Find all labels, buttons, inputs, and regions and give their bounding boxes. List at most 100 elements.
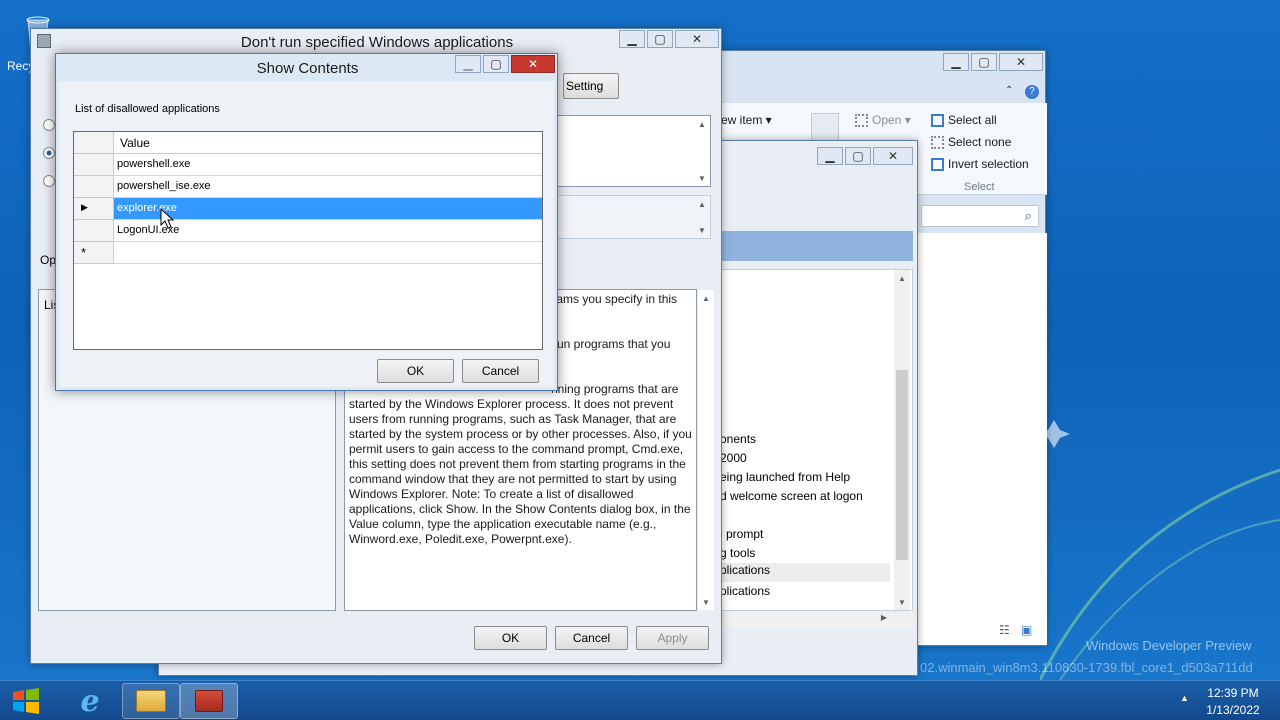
invert-selection-button[interactable]: Invert selection: [931, 157, 1029, 171]
clock-time[interactable]: 12:39 PM: [1200, 686, 1266, 700]
list-item[interactable]: g tools: [720, 546, 755, 560]
gp-list-scrollbar[interactable]: ▲ ▼: [894, 270, 910, 610]
value-cell-selected[interactable]: explorer.exe: [114, 198, 542, 220]
invert-selection-label: Invert selection: [948, 157, 1029, 171]
new-item-button[interactable]: ew item ▾: [721, 113, 772, 127]
apply-button[interactable]: Apply: [636, 626, 709, 650]
view-details-icon[interactable]: ☷: [999, 623, 1010, 637]
select-all-button[interactable]: Select all: [931, 113, 997, 127]
row-header[interactable]: *: [74, 242, 114, 264]
close-button[interactable]: ✕: [873, 147, 913, 165]
row-header[interactable]: ▶: [74, 198, 114, 220]
list-item[interactable]: plications: [720, 563, 890, 582]
radio-disabled[interactable]: [43, 175, 55, 187]
cancel-button[interactable]: Cancel: [555, 626, 628, 650]
scroll-down-icon[interactable]: ▼: [894, 594, 910, 610]
row-header[interactable]: [74, 154, 114, 176]
scroll-down-icon[interactable]: ▼: [698, 594, 714, 610]
search-box[interactable]: ⌕: [921, 205, 1039, 227]
ribbon-collapse-icon[interactable]: ⌃: [1005, 85, 1013, 96]
ok-button[interactable]: OK: [474, 626, 547, 650]
dialog-body: List of disallowed applications Value po…: [59, 81, 554, 387]
clock-date[interactable]: 1/13/2022: [1200, 703, 1266, 717]
help-scrollbar[interactable]: ▲ ▼: [698, 290, 714, 610]
taskbar-ie-button[interactable]: e: [61, 683, 119, 719]
start-orb-glyph: [13, 688, 39, 714]
list-item[interactable]: l prompt: [720, 527, 763, 541]
new-row-marker: *: [81, 245, 87, 260]
maximize-button[interactable]: ▢: [845, 147, 871, 165]
file-explorer-icon: [136, 690, 166, 712]
dialog-ok-label: OK: [406, 364, 425, 378]
comment-box[interactable]: ▲ ▼: [555, 115, 711, 187]
close-button[interactable]: ✕: [999, 53, 1043, 71]
maximize-button[interactable]: ▢: [971, 53, 997, 71]
dialog-ok-button[interactable]: OK: [377, 359, 454, 383]
gp-caption-buttons: ▁ ▢ ✕: [817, 147, 913, 165]
list-item[interactable]: eing launched from Help: [720, 470, 850, 484]
scroll-up-icon[interactable]: ▲: [698, 290, 714, 306]
maximize-button[interactable]: ▢: [483, 55, 509, 73]
apply-label: Apply: [657, 631, 688, 645]
close-button[interactable]: ✕: [511, 55, 555, 73]
taskbar-gpedit-button[interactable]: [180, 683, 238, 719]
list-item[interactable]: onents: [720, 432, 756, 446]
cancel-label: Cancel: [572, 631, 611, 645]
table-row[interactable]: ▶ explorer.exe: [74, 198, 542, 220]
table-row[interactable]: powershell_ise.exe: [74, 176, 542, 198]
close-button[interactable]: ✕: [675, 30, 719, 48]
view-thumbnails-icon[interactable]: ▣: [1021, 623, 1032, 637]
values-grid[interactable]: Value powershell.exe powershell_ise.exe …: [73, 131, 543, 350]
setting-button-label: Setting: [566, 79, 604, 93]
supported-scrollbar[interactable]: ▲ ▼: [694, 196, 710, 238]
minimize-button[interactable]: ▁: [619, 30, 645, 48]
setting-button[interactable]: Setting: [563, 73, 619, 99]
select-none-button[interactable]: Select none: [931, 135, 1011, 149]
gp-hscroll[interactable]: ▶: [719, 611, 913, 627]
show-hidden-icons-icon[interactable]: ▲: [1180, 693, 1189, 703]
help-line: applications, click Show. In the Show Co…: [349, 502, 691, 516]
value-cell[interactable]: powershell.exe: [114, 154, 542, 176]
scroll-up-icon[interactable]: ▲: [694, 116, 710, 132]
windows-logo-icon[interactable]: [10, 687, 42, 715]
help-line: Value column, type the application execu…: [349, 517, 657, 531]
table-row[interactable]: LogonUI.exe: [74, 220, 542, 242]
radio-not-configured[interactable]: [43, 119, 55, 131]
scroll-right-icon[interactable]: ▶: [881, 613, 887, 622]
list-item[interactable]: plications: [720, 584, 770, 598]
scroll-thumb[interactable]: [896, 370, 908, 560]
maximize-button[interactable]: ▢: [647, 30, 673, 48]
scroll-down-icon[interactable]: ▼: [694, 170, 710, 186]
search-icon: ⌕: [1024, 208, 1032, 223]
select-all-label: Select all: [948, 113, 997, 127]
column-header-value[interactable]: Value: [114, 132, 542, 154]
row-header[interactable]: [74, 220, 114, 242]
help-line: Windows Explorer. Note: To create a list…: [349, 487, 634, 501]
supported-on-box: ▲ ▼: [555, 195, 711, 239]
dialog-cancel-button[interactable]: Cancel: [462, 359, 539, 383]
properties-icon[interactable]: [811, 113, 839, 143]
value-cell[interactable]: LogonUI.exe: [114, 220, 542, 242]
taskbar-explorer-button[interactable]: [122, 683, 180, 719]
scroll-down-icon[interactable]: ▼: [694, 222, 710, 238]
value-cell[interactable]: powershell_ise.exe: [114, 176, 542, 198]
dialog-cancel-label: Cancel: [481, 364, 520, 378]
scroll-up-icon[interactable]: ▲: [894, 270, 910, 286]
radio-enabled[interactable]: [43, 147, 55, 159]
list-item[interactable]: d welcome screen at logon: [720, 489, 863, 503]
row-header[interactable]: [74, 176, 114, 198]
help-icon[interactable]: ?: [1025, 85, 1039, 99]
minimize-button[interactable]: ▁: [455, 55, 481, 73]
toolbox-icon: [195, 690, 223, 712]
minimize-button[interactable]: ▁: [943, 53, 969, 71]
table-row[interactable]: powershell.exe: [74, 154, 542, 176]
new-value-cell[interactable]: [114, 242, 542, 264]
open-button[interactable]: Open ▾: [855, 113, 911, 127]
minimize-button[interactable]: ▁: [817, 147, 843, 165]
new-row[interactable]: *: [74, 242, 542, 264]
open-label: Open ▾: [872, 113, 911, 127]
comment-scrollbar[interactable]: ▲ ▼: [694, 116, 710, 186]
list-item[interactable]: 2000: [720, 451, 747, 465]
scroll-up-icon[interactable]: ▲: [694, 196, 710, 212]
select-none-icon: [931, 135, 944, 149]
